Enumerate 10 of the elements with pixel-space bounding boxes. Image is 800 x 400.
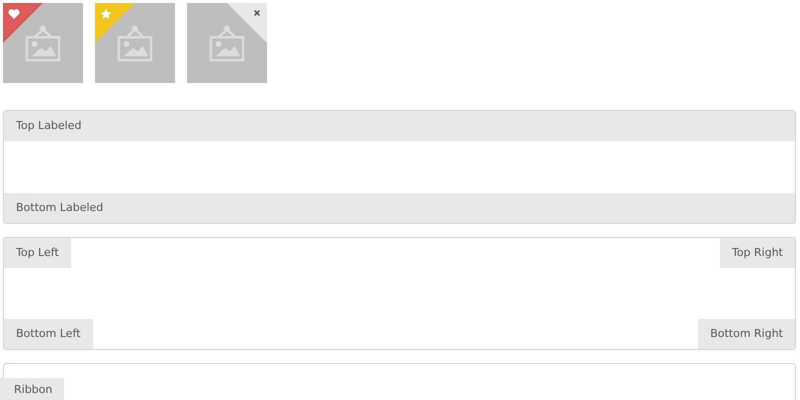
corner-label: Bottom Left — [4, 319, 93, 349]
corner-label: Top Left — [4, 238, 71, 268]
top-label: Top Labeled — [4, 111, 795, 141]
ribbon-label: Ribbon — [0, 378, 64, 400]
corner-label: Bottom Right — [698, 319, 795, 349]
corner-label: Top Right — [720, 238, 795, 268]
bottom-label: Bottom Labeled — [4, 193, 795, 223]
star-icon — [100, 8, 112, 20]
heart-icon — [8, 8, 20, 20]
close-icon[interactable] — [253, 9, 261, 17]
